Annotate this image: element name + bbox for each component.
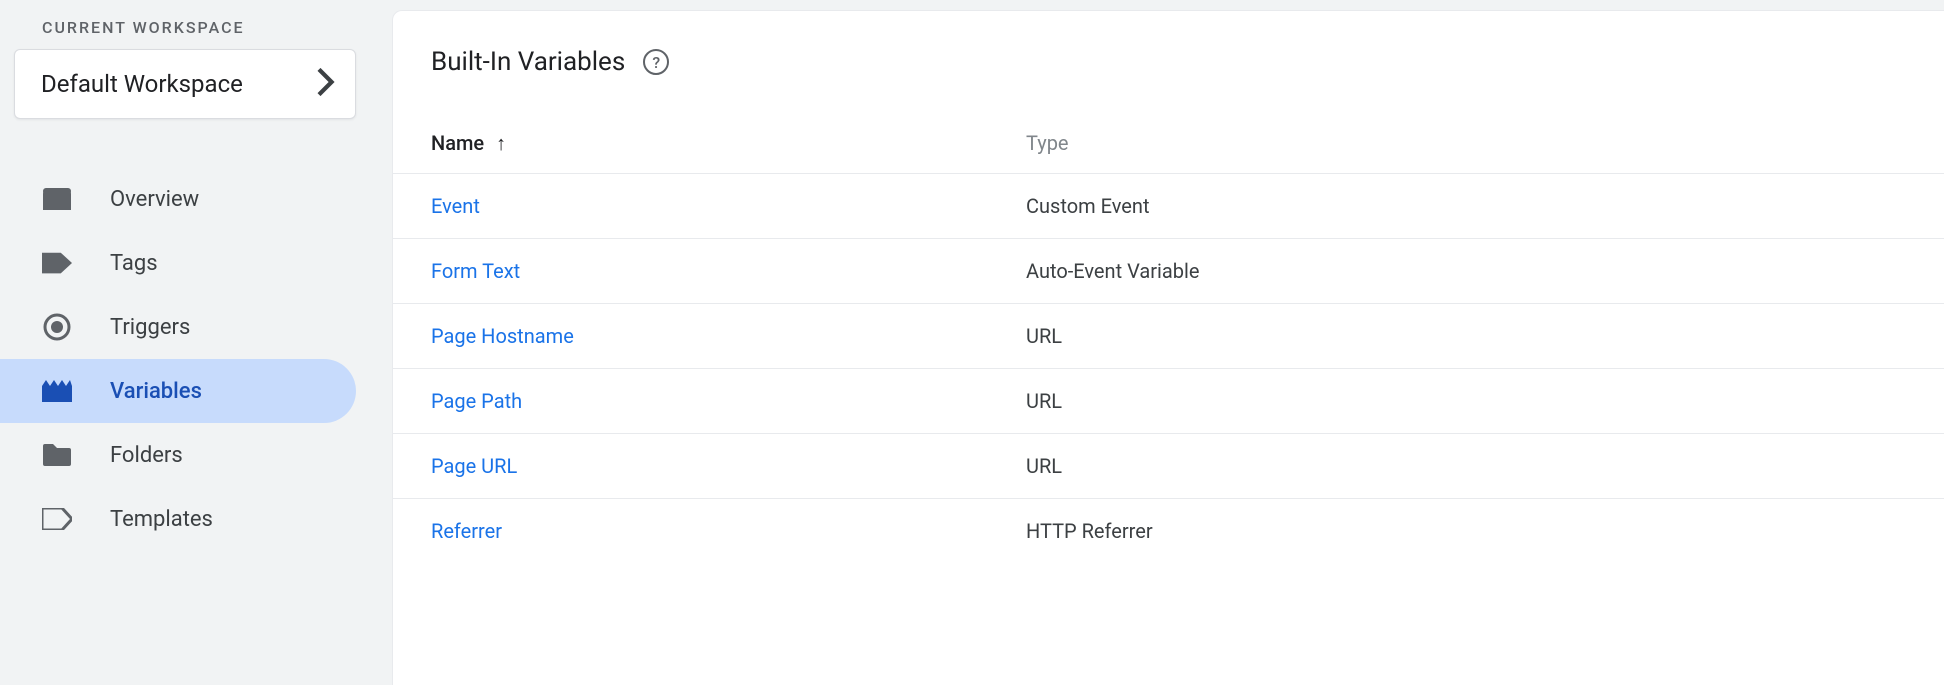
sidebar-item-label: Tags: [110, 251, 158, 276]
variable-type: URL: [1026, 389, 1944, 413]
variable-name-link[interactable]: Referrer: [431, 519, 1026, 543]
column-header-type[interactable]: Type: [1026, 131, 1944, 155]
variable-type: HTTP Referrer: [1026, 519, 1944, 543]
help-icon[interactable]: ?: [643, 49, 669, 75]
tag-icon: [42, 248, 72, 278]
chevron-right-icon: [317, 68, 335, 100]
panel-title: Built-In Variables: [431, 47, 625, 77]
variable-type: Auto-Event Variable: [1026, 259, 1944, 283]
sidebar-item-label: Variables: [110, 379, 202, 404]
sidebar-item-label: Templates: [110, 507, 213, 532]
workspace-selector[interactable]: Default Workspace: [14, 49, 356, 119]
variable-name-link[interactable]: Event: [431, 194, 1026, 218]
sidebar-item-overview[interactable]: Overview: [0, 167, 356, 231]
variable-name-link[interactable]: Page Path: [431, 389, 1026, 413]
sidebar-nav: Overview Tags Triggers Variables Folders: [0, 167, 392, 551]
sidebar-item-templates[interactable]: Templates: [0, 487, 356, 551]
table-row[interactable]: Page Path URL: [393, 368, 1944, 433]
sidebar-item-folders[interactable]: Folders: [0, 423, 356, 487]
folder-icon: [42, 440, 72, 470]
table-row[interactable]: Event Custom Event: [393, 173, 1944, 238]
table-row[interactable]: Referrer HTTP Referrer: [393, 498, 1944, 563]
table-row[interactable]: Form Text Auto-Event Variable: [393, 238, 1944, 303]
sort-ascending-icon: ↑: [496, 133, 506, 153]
template-icon: [42, 504, 72, 534]
variable-name-link[interactable]: Page URL: [431, 454, 1026, 478]
variables-icon: [42, 376, 72, 406]
column-header-name-label: Name: [431, 131, 484, 155]
variable-type: URL: [1026, 454, 1944, 478]
variable-type: URL: [1026, 324, 1944, 348]
sidebar-item-tags[interactable]: Tags: [0, 231, 356, 295]
table-row[interactable]: Page Hostname URL: [393, 303, 1944, 368]
variable-name-link[interactable]: Page Hostname: [431, 324, 1026, 348]
overview-icon: [42, 184, 72, 214]
builtin-variables-panel: Built-In Variables ? Name ↑ Type Event C…: [392, 10, 1944, 685]
main-content: Built-In Variables ? Name ↑ Type Event C…: [392, 0, 1944, 685]
column-header-type-label: Type: [1026, 131, 1069, 155]
trigger-icon: [42, 312, 72, 342]
panel-header: Built-In Variables ?: [393, 11, 1944, 101]
workspace-section-label: CURRENT WORKSPACE: [0, 18, 392, 49]
table-header-row: Name ↑ Type: [393, 101, 1944, 173]
sidebar-item-label: Folders: [110, 443, 183, 468]
table-row[interactable]: Page URL URL: [393, 433, 1944, 498]
column-header-name[interactable]: Name ↑: [431, 131, 1026, 155]
workspace-name: Default Workspace: [41, 70, 243, 98]
sidebar: CURRENT WORKSPACE Default Workspace Over…: [0, 0, 392, 685]
variable-type: Custom Event: [1026, 194, 1944, 218]
sidebar-item-variables[interactable]: Variables: [0, 359, 356, 423]
variable-name-link[interactable]: Form Text: [431, 259, 1026, 283]
sidebar-item-triggers[interactable]: Triggers: [0, 295, 356, 359]
sidebar-item-label: Triggers: [110, 315, 190, 340]
sidebar-item-label: Overview: [110, 187, 199, 212]
